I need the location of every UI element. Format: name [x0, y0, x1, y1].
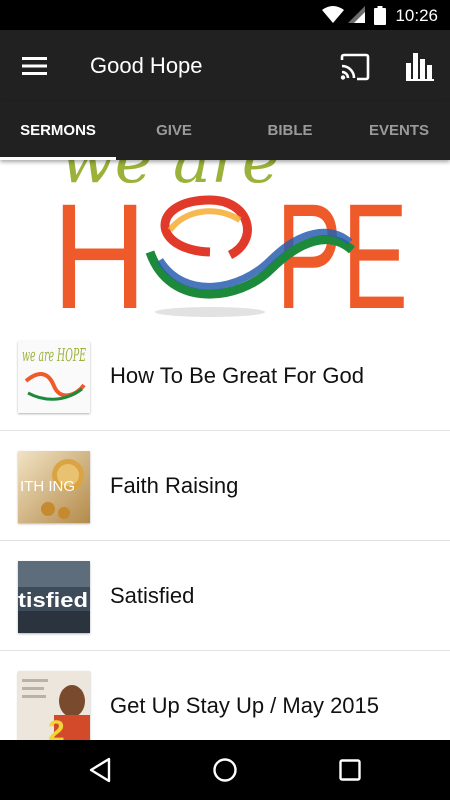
battery-icon — [374, 6, 386, 25]
thumb-text: tisfied — [18, 590, 88, 612]
tab-give[interactable]: GIVE — [116, 102, 232, 160]
back-icon[interactable] — [86, 755, 116, 785]
tab-sermons[interactable]: SERMONS — [0, 102, 116, 160]
sermon-series-banner: we are H PE — [0, 160, 450, 320]
thumb-text: 2 — [48, 715, 65, 743]
thumb-text: ITH ING — [20, 478, 75, 495]
banner-letter-h: H — [52, 172, 147, 320]
menu-icon[interactable] — [20, 54, 50, 78]
app-title: Good Hope — [90, 53, 203, 78]
system-nav-bar — [0, 740, 450, 800]
cast-icon[interactable] — [338, 52, 372, 82]
status-bar: 10:26 — [0, 0, 450, 30]
cell-signal-icon — [348, 6, 365, 23]
tab-indicator — [0, 157, 116, 160]
app-bar: Good Hope — [0, 30, 450, 102]
recents-icon[interactable] — [335, 755, 365, 785]
sermon-list-item[interactable]: tisfied Satisfied — [0, 541, 450, 651]
sermon-thumbnail: 2 — [18, 671, 90, 743]
sermon-title: How To Be Great For God — [110, 363, 364, 388]
sermon-title: Faith Raising — [110, 473, 239, 498]
sermon-thumbnail: we are HOPE — [18, 341, 90, 413]
tab-bar: SERMONS GIVE BIBLE EVENTS — [0, 102, 450, 160]
wifi-icon — [322, 6, 344, 23]
sermon-list-item[interactable]: ITH ING Faith Raising — [0, 431, 450, 541]
tab-events[interactable]: EVENTS — [348, 102, 450, 160]
bar-chart-icon[interactable] — [404, 51, 436, 81]
sermon-thumbnail: tisfied — [18, 561, 90, 633]
tab-bible[interactable]: BIBLE — [232, 102, 348, 160]
sermon-title: Satisfied — [110, 583, 195, 608]
hope-logo-image: we are H PE — [52, 160, 408, 320]
sermon-list-item[interactable]: we are HOPE How To Be Great For God — [0, 321, 450, 431]
status-time: 10:26 — [395, 6, 438, 25]
thumb-text: we are HOPE — [22, 345, 86, 366]
sermon-thumbnail: ITH ING — [18, 451, 90, 523]
home-icon[interactable] — [210, 755, 240, 785]
